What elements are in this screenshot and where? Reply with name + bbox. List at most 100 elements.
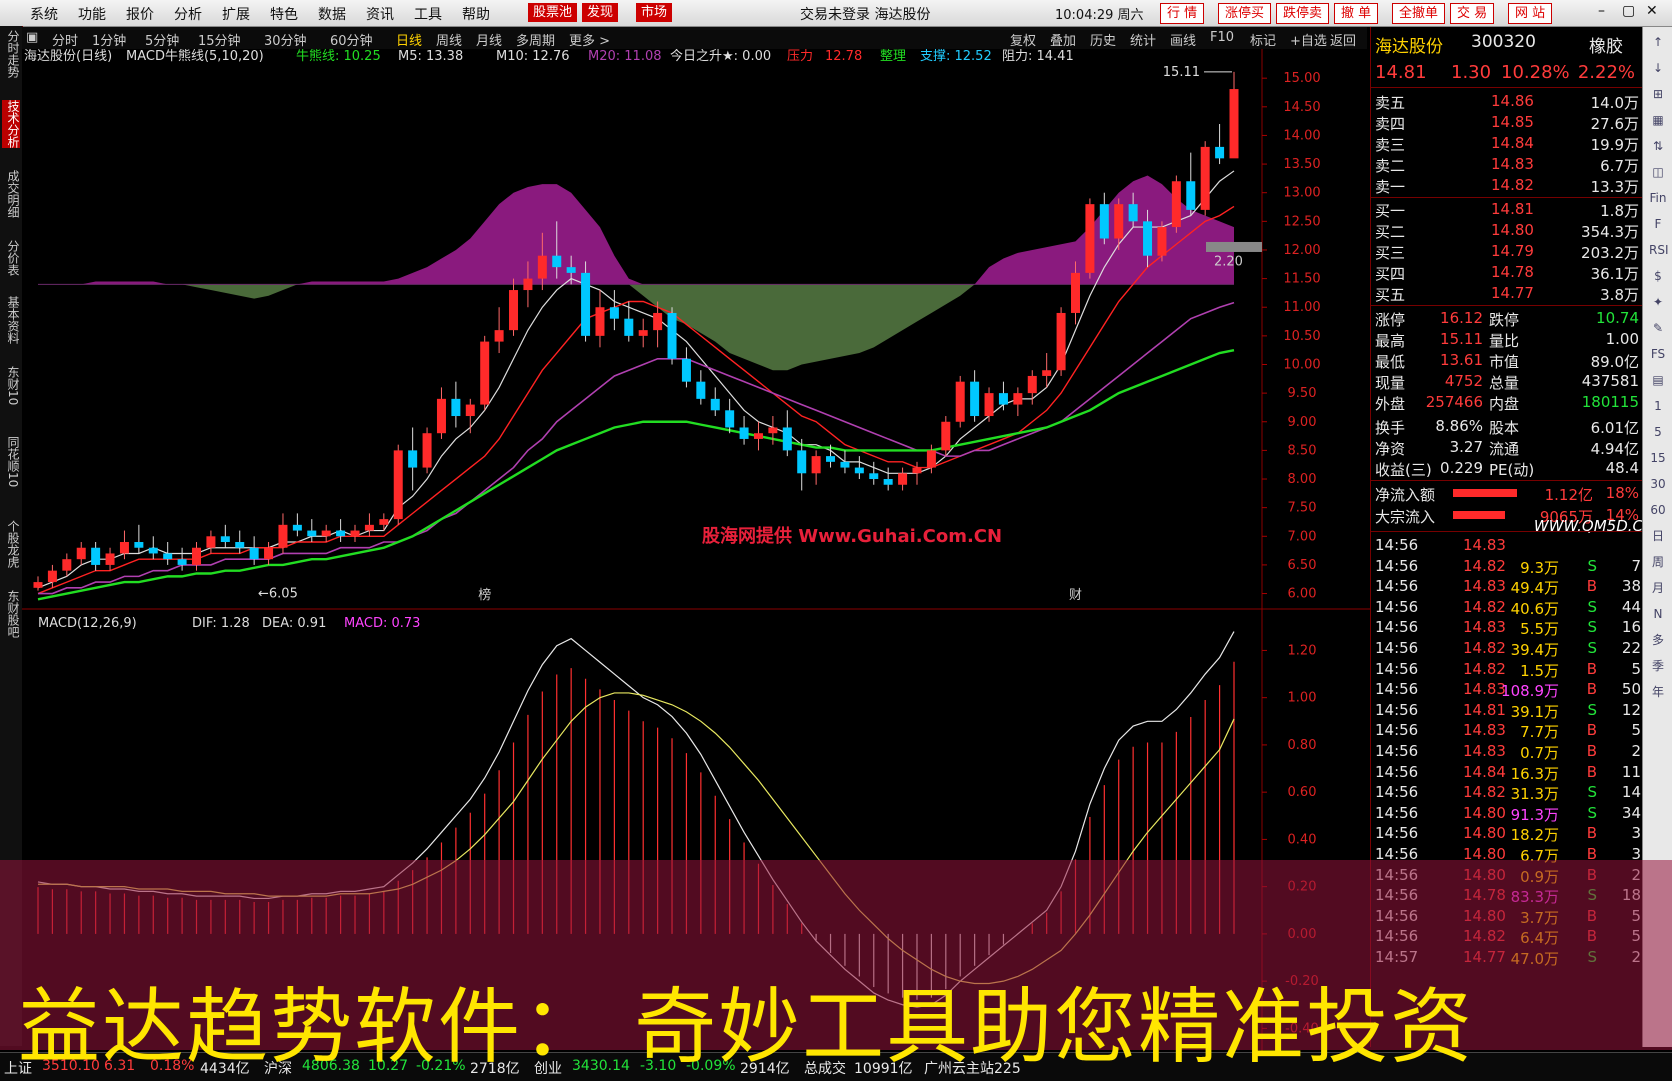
menu-item[interactable]: 数据 <box>318 4 346 24</box>
tab-0[interactable]: 股票池 <box>528 3 578 22</box>
tool-icon[interactable]: ⊞ <box>1649 85 1667 103</box>
menu-item[interactable]: 系统 <box>30 4 58 24</box>
tool-icon[interactable]: ✦ <box>1649 293 1667 311</box>
period-tab[interactable]: 60分钟 <box>330 30 373 49</box>
tool-icon[interactable]: 周 <box>1649 553 1667 571</box>
tab-1[interactable]: 发现 <box>582 3 619 22</box>
period-toolbar: ▣ 分时 1分钟 5分钟 15分钟 30分钟 60分钟 日线 周线 月线 多周期 更多 > 复权 叠加 历史… <box>22 27 1367 50</box>
tool-icon[interactable]: ▦ <box>1649 111 1667 129</box>
tool-icon[interactable]: 日 <box>1649 527 1667 545</box>
tool-icon[interactable]: 15 <box>1649 449 1667 467</box>
period-tab[interactable]: 更多 > <box>569 30 610 49</box>
toolbar-button[interactable]: 跌停卖 <box>1276 3 1330 24</box>
flow-bar <box>1453 511 1505 519</box>
period-tab[interactable]: 15分钟 <box>198 30 241 49</box>
tool-icon[interactable]: ▤ <box>1649 371 1667 389</box>
tick-row: 14:56 14.83 7.7万 B 5 <box>1371 720 1643 741</box>
event-mark[interactable]: 榜 <box>478 587 491 603</box>
toolbar-button[interactable]: 涨停买 <box>1218 3 1272 24</box>
tool-icon[interactable]: FS <box>1649 345 1667 363</box>
legend-pressure_val: 12.78 <box>825 49 862 64</box>
period-tab[interactable]: 1分钟 <box>92 30 126 49</box>
period-tab[interactable]: 月线 <box>476 30 502 49</box>
tool-icon[interactable]: 多 <box>1649 631 1667 649</box>
tick-volume: 5.5万 <box>1520 620 1559 639</box>
chart-tool-button[interactable]: 叠加 <box>1050 30 1076 49</box>
event-mark[interactable]: 财 <box>1069 588 1082 603</box>
sidebar-item[interactable]: 成交明细 <box>2 170 20 218</box>
tool-icon[interactable]: ◫ <box>1649 163 1667 181</box>
stat-value: 437581 <box>1581 372 1639 390</box>
menu-item[interactable]: 分析 <box>174 4 202 24</box>
toolbar-button[interactable]: 行 情 <box>1160 3 1205 24</box>
candle <box>206 536 216 548</box>
tool-icon[interactable]: ✎ <box>1649 319 1667 337</box>
legend-support: 支撑: 12.52 <box>920 49 992 64</box>
toolbar-button[interactable]: 全撤单 <box>1392 3 1446 24</box>
tool-icon[interactable]: ↑ <box>1649 33 1667 51</box>
chart-tool-button[interactable]: 画线 <box>1170 30 1196 49</box>
chart-tool-button[interactable]: +自选 <box>1290 30 1327 49</box>
tool-icon[interactable]: 30 <box>1649 475 1667 493</box>
sidebar-item[interactable]: 东财股吧 <box>2 590 20 638</box>
tool-icon[interactable]: $ <box>1649 267 1667 285</box>
stat-row: 收益(三) 0.229 PE(动) 48.4 <box>1371 458 1643 479</box>
tick-volume: 1.5万 <box>1520 661 1559 680</box>
menu-item[interactable]: 帮助 <box>462 4 490 24</box>
candle <box>1099 204 1109 239</box>
tool-icon[interactable]: 5 <box>1649 423 1667 441</box>
candle <box>595 307 605 336</box>
tool-icon[interactable]: 1 <box>1649 397 1667 415</box>
tick-count: 12 <box>1621 700 1641 719</box>
tool-icon[interactable]: 年 <box>1649 683 1667 701</box>
menu-item[interactable]: 资讯 <box>366 4 394 24</box>
tool-icon[interactable]: 季 <box>1649 657 1667 675</box>
period-tab[interactable]: 5分钟 <box>145 30 179 49</box>
chart-tool-button[interactable]: 标记 <box>1250 30 1276 49</box>
period-tab[interactable]: 日线 <box>396 30 422 49</box>
menu-item[interactable]: 特色 <box>270 4 298 24</box>
layout-toggle-icon[interactable]: ▣ <box>26 30 38 45</box>
promo-caption: 益达趋势软件： 奇妙工具助您精准投资 <box>18 980 1475 1075</box>
toolbar-button[interactable]: 撤 单 <box>1334 3 1379 24</box>
chart-tool-button[interactable]: 统计 <box>1130 30 1156 49</box>
chart-tool-button[interactable]: 返回 <box>1330 30 1356 49</box>
period-tab[interactable]: 多周期 <box>516 30 555 49</box>
menu-item[interactable]: 扩展 <box>222 4 250 24</box>
window-max-icon[interactable]: ▢ <box>1622 3 1635 19</box>
toolbar-button[interactable]: 交 易 <box>1450 3 1495 24</box>
tool-icon[interactable]: Fin <box>1649 189 1667 207</box>
period-tab[interactable]: 周线 <box>436 30 462 49</box>
period-tab[interactable]: 分时 <box>52 30 78 49</box>
tool-icon[interactable]: ⇅ <box>1649 137 1667 155</box>
candle <box>364 524 374 531</box>
stat-row: 现量 4752 总量 437581 <box>1371 371 1643 392</box>
window-min-icon[interactable]: – <box>1598 3 1605 19</box>
sidebar-item[interactable]: 基本资料 <box>2 296 20 344</box>
menu-item[interactable]: 功能 <box>78 4 106 24</box>
chart-tool-button[interactable]: 历史 <box>1090 30 1116 49</box>
sidebar-item[interactable]: 分价表 <box>2 240 20 276</box>
window-close-icon[interactable]: ✕ <box>1646 3 1658 19</box>
chart-tool-button[interactable]: 复权 <box>1010 30 1036 49</box>
menu-item[interactable]: 报价 <box>126 4 154 24</box>
chart-tool-button[interactable]: F10 <box>1210 30 1234 45</box>
candle <box>76 547 86 560</box>
sidebar-item[interactable]: 分时走势 <box>2 30 20 78</box>
tool-icon[interactable]: F <box>1649 215 1667 233</box>
sidebar-item[interactable]: 同花顺10 <box>2 436 20 487</box>
stat-row: 净资 3.27 流通 4.94亿 <box>1371 437 1643 458</box>
tool-icon[interactable]: 60 <box>1649 501 1667 519</box>
sidebar-item[interactable]: 个股龙虎 <box>2 520 20 568</box>
menu-item[interactable]: 工具 <box>414 4 442 24</box>
sidebar-item[interactable]: 技术分析 <box>2 100 20 148</box>
tick-price: 14.80 <box>1463 824 1506 843</box>
tool-icon[interactable]: N <box>1649 605 1667 623</box>
tab-2[interactable]: 市场 <box>636 3 673 22</box>
tool-icon[interactable]: ↓ <box>1649 59 1667 77</box>
toolbar-button[interactable]: 网 站 <box>1508 3 1553 24</box>
tool-icon[interactable]: RSI <box>1649 241 1669 259</box>
period-tab[interactable]: 30分钟 <box>264 30 307 49</box>
sidebar-item[interactable]: 东财10 <box>2 366 20 405</box>
tool-icon[interactable]: 月 <box>1649 579 1667 597</box>
